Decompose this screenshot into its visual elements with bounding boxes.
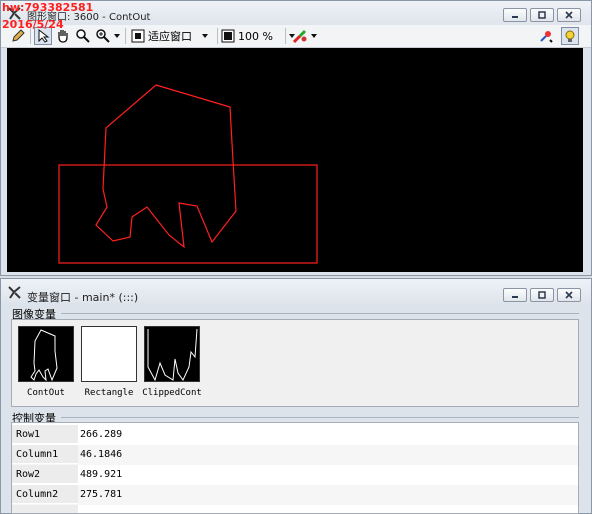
- rectangle-thumbnail: [81, 326, 137, 382]
- image-var-name: ClippedCont: [142, 388, 202, 398]
- variable-window-title: 变量窗口 - main* (:::): [27, 291, 139, 304]
- graphics-window: 图形窗口: 3600 - ContOut 适应窗口 100 %: [0, 0, 592, 276]
- control-var-name: Column2: [12, 485, 78, 504]
- zoom-options-button[interactable]: [94, 27, 112, 45]
- contout-polygon: [95, 84, 237, 249]
- close-button[interactable]: [557, 288, 581, 302]
- variable-window: 变量窗口 - main* (:::) 图像变量 ContOut Rectangl…: [0, 278, 592, 514]
- control-section-divider: [61, 417, 579, 418]
- inspect-icon: [540, 31, 553, 43]
- contout-thumbnail: [18, 326, 74, 382]
- control-var-value: 275.781: [80, 489, 123, 500]
- image-var-name: Rectangle: [84, 388, 134, 398]
- graphics-canvas[interactable]: [7, 48, 583, 272]
- table-row[interactable]: Column2 275.781: [12, 485, 578, 505]
- control-var-name: Column1: [12, 445, 78, 464]
- graphics-toolbar: 适应窗口 100 %: [1, 25, 591, 48]
- zoom-level-icon: [221, 29, 235, 43]
- settings-button[interactable]: [561, 27, 579, 45]
- table-row-empty: [12, 505, 578, 513]
- control-var-value: 489.921: [80, 469, 123, 480]
- magnifier-icon: [76, 29, 90, 43]
- fit-window-dropdown[interactable]: 适应窗口: [131, 27, 208, 45]
- zoom-level-label: 100 %: [238, 29, 273, 43]
- image-variables-panel: ContOut Rectangle ClippedCont: [11, 319, 579, 407]
- maximize-icon: [538, 11, 546, 19]
- close-icon: [565, 291, 573, 299]
- minimize-icon: [512, 296, 518, 298]
- table-row[interactable]: Row1 266.289: [12, 425, 578, 445]
- color-tools-button[interactable]: [291, 27, 309, 45]
- variable-window-titlebar[interactable]: 变量窗口 - main* (:::): [1, 279, 591, 304]
- image-var-contout[interactable]: ContOut: [16, 324, 76, 402]
- watermark-line2: 2016/5/24: [2, 18, 64, 31]
- maximize-icon: [538, 291, 546, 299]
- lightbulb-icon: [565, 30, 575, 42]
- image-var-name: ContOut: [27, 388, 65, 398]
- paint-tools-icon: [292, 29, 307, 44]
- close-button[interactable]: [557, 8, 581, 22]
- clippedcont-thumbnail: [144, 326, 200, 382]
- control-var-value: 46.1846: [80, 449, 123, 460]
- fit-window-label: 适应窗口: [148, 30, 192, 43]
- watermark-line1: hw:793382581: [2, 1, 94, 14]
- image-var-clippedcont[interactable]: ClippedCont: [142, 324, 202, 402]
- minimize-icon: [512, 16, 518, 18]
- chevron-down-icon: [202, 34, 208, 38]
- contour-overlay: [58, 84, 318, 264]
- control-var-name: Row2: [12, 465, 78, 484]
- zoom-level-dropdown[interactable]: 100 %: [221, 27, 295, 45]
- empty-cell: [12, 505, 78, 513]
- control-var-name: Row1: [12, 425, 78, 444]
- close-icon: [565, 11, 573, 19]
- chevron-down-icon: [311, 34, 317, 38]
- zoom-plus-icon: [96, 29, 110, 43]
- fit-window-icon: [131, 29, 145, 43]
- cursor-icon: [38, 29, 50, 43]
- image-var-rectangle[interactable]: Rectangle: [79, 324, 139, 402]
- table-row[interactable]: Row2 489.921: [12, 465, 578, 485]
- minimize-button[interactable]: [503, 288, 527, 302]
- maximize-button[interactable]: [530, 288, 554, 302]
- halcon-app-icon: [7, 284, 23, 300]
- minimize-button[interactable]: [503, 8, 527, 22]
- control-var-value: 266.289: [80, 429, 123, 440]
- rectangle-region: [58, 164, 318, 264]
- image-section-divider: [61, 313, 579, 314]
- inspect-button[interactable]: [537, 27, 555, 45]
- maximize-button[interactable]: [530, 8, 554, 22]
- zoom-button[interactable]: [74, 27, 92, 45]
- table-row[interactable]: Column1 46.1846: [12, 445, 578, 465]
- chevron-down-icon: [114, 34, 120, 38]
- control-variables-table: Row1 266.289 Column1 46.1846 Row2 489.92…: [11, 422, 579, 514]
